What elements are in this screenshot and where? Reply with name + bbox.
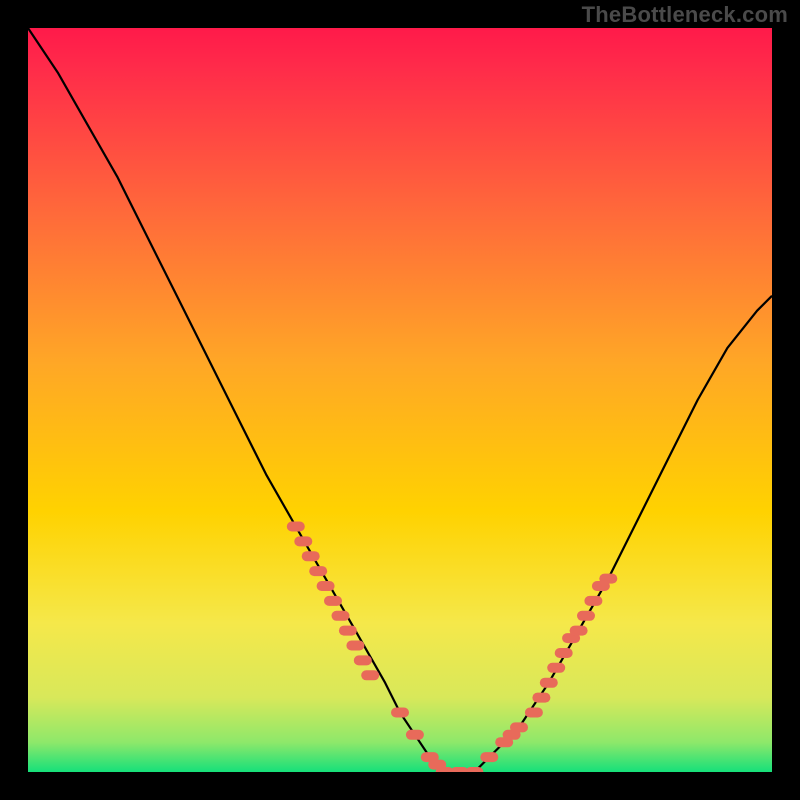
marker-dot (294, 536, 312, 546)
gradient-background (28, 28, 772, 772)
marker-dot (332, 611, 350, 621)
watermark-label: TheBottleneck.com (582, 2, 788, 28)
plot-area (28, 28, 772, 772)
marker-dot (532, 693, 550, 703)
marker-dot (525, 708, 543, 718)
marker-dot (361, 670, 379, 680)
marker-dot (339, 626, 357, 636)
chart-svg (28, 28, 772, 772)
marker-dot (480, 752, 498, 762)
marker-dot (547, 663, 565, 673)
marker-dot (346, 641, 364, 651)
marker-dot (391, 708, 409, 718)
marker-dot (555, 648, 573, 658)
marker-dot (599, 574, 617, 584)
marker-dot (584, 596, 602, 606)
marker-dot (510, 722, 528, 732)
marker-dot (324, 596, 342, 606)
chart-container: TheBottleneck.com (0, 0, 800, 800)
marker-dot (309, 566, 327, 576)
marker-dot (570, 626, 588, 636)
marker-dot (465, 767, 483, 772)
marker-dot (302, 551, 320, 561)
marker-dot (406, 730, 424, 740)
marker-dot (577, 611, 595, 621)
marker-dot (540, 678, 558, 688)
marker-dot (317, 581, 335, 591)
marker-dot (354, 655, 372, 665)
marker-dot (287, 522, 305, 532)
